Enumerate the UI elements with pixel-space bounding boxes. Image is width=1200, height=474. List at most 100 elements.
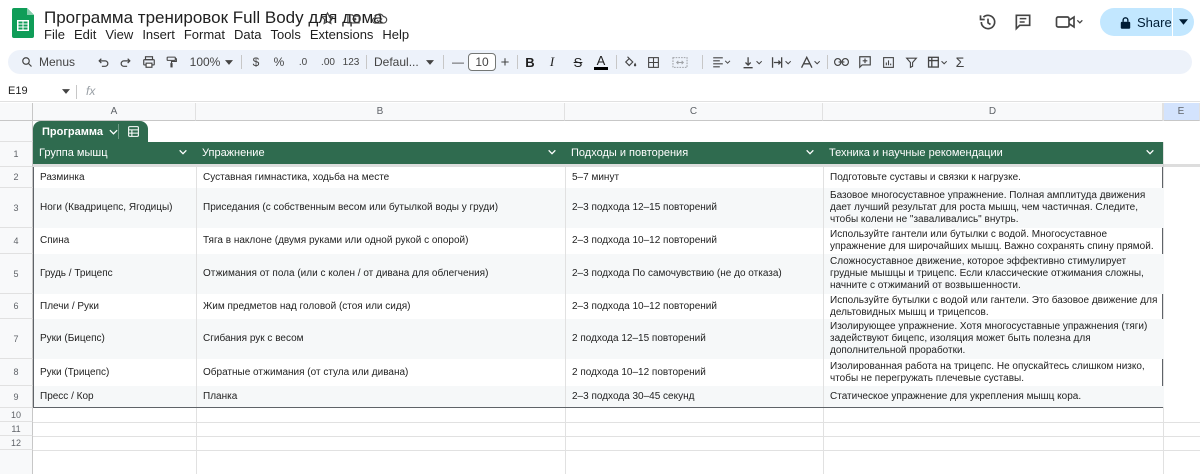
decrease-font-size-button[interactable]: —	[451, 50, 465, 74]
cell-sets-reps[interactable]: 2–3 подхода 12–15 повторений	[566, 188, 824, 228]
menu-data[interactable]: Data	[234, 27, 267, 42]
formula-input[interactable]	[110, 85, 1190, 99]
row-header-7[interactable]: 7	[0, 319, 33, 359]
table-view-icon[interactable]	[127, 125, 140, 141]
cell-muscle-group[interactable]: Ноги (Квадрицепс, Ягодицы)	[34, 188, 197, 228]
column-filter-dropdown-icon[interactable]	[178, 147, 188, 157]
cell-exercise[interactable]: Суставная гимнастика, ходьба на месте	[197, 167, 566, 188]
name-box[interactable]: E19	[8, 85, 72, 97]
menus-search[interactable]: Menus	[16, 50, 80, 74]
paint-format-icon[interactable]	[162, 50, 180, 74]
menu-view[interactable]: View	[105, 27, 139, 42]
currency-format-button[interactable]: $	[249, 50, 263, 74]
font-size-input[interactable]: 10	[468, 53, 496, 71]
sheets-logo-icon[interactable]	[12, 8, 34, 38]
menu-file[interactable]: File	[44, 27, 71, 42]
row-header-12[interactable]: 12	[0, 436, 33, 450]
column-header-b[interactable]: B	[196, 103, 565, 121]
column-header-e[interactable]: E	[1163, 103, 1200, 121]
functions-button[interactable]: Σ	[952, 50, 968, 74]
vertical-align-icon[interactable]	[739, 50, 765, 74]
merge-cells-icon[interactable]	[668, 50, 692, 74]
header-cell-exercise[interactable]: Упражнение	[196, 142, 565, 164]
row-header-11[interactable]: 11	[0, 422, 33, 436]
cell-technique[interactable]: Сложносуставное движение, которое эффект…	[824, 254, 1164, 294]
fill-color-icon[interactable]	[622, 50, 640, 74]
menu-help[interactable]: Help	[382, 27, 415, 42]
header-cell-sets-reps[interactable]: Подходы и повторения	[565, 142, 823, 164]
row-header-6[interactable]: 6	[0, 294, 33, 319]
row-header-9[interactable]: 9	[0, 386, 33, 408]
text-wrapping-icon[interactable]	[768, 50, 794, 74]
cell-technique[interactable]: Подготовьте суставы и связки к нагрузке.	[824, 167, 1164, 188]
print-icon[interactable]	[140, 50, 158, 74]
cell-exercise[interactable]: Обратные отжимания (от стула или дивана)	[197, 359, 566, 386]
strikethrough-button[interactable]: S	[571, 50, 585, 74]
increase-decimal-button[interactable]: .00	[317, 50, 339, 74]
row-header-1[interactable]: 1	[0, 142, 33, 167]
cloud-status-icon[interactable]	[370, 9, 388, 27]
menu-extensions[interactable]: Extensions	[310, 27, 380, 42]
cell-technique[interactable]: Базовое многосуставное упражнение. Полна…	[824, 188, 1164, 228]
share-button[interactable]: Share	[1100, 8, 1194, 36]
column-filter-dropdown-icon[interactable]	[1145, 147, 1155, 157]
insert-comment-icon[interactable]	[856, 50, 874, 74]
cell-technique[interactable]: Изолирующее упражнение. Хотя многосустав…	[824, 319, 1164, 359]
row-header-10[interactable]: 10	[0, 408, 33, 422]
column-header-d[interactable]: D	[823, 103, 1163, 121]
font-family-select[interactable]: Defaul...	[374, 50, 424, 74]
cell-muscle-group[interactable]: Руки (Трицепс)	[34, 359, 197, 386]
cell-exercise[interactable]: Приседания (с собственным весом или буты…	[197, 188, 566, 228]
row-header-4[interactable]: 4	[0, 228, 33, 254]
row-header-2[interactable]: 2	[0, 167, 33, 188]
cell-muscle-group[interactable]: Спина	[34, 228, 197, 254]
star-icon[interactable]	[318, 9, 336, 27]
redo-icon[interactable]	[116, 50, 134, 74]
cell-muscle-group[interactable]: Плечи / Руки	[34, 294, 197, 319]
header-cell-muscle-group[interactable]: Группа мышц	[33, 142, 196, 164]
column-filter-dropdown-icon[interactable]	[805, 147, 815, 157]
cell-sets-reps[interactable]: 2 подхода 12–15 повторений	[566, 319, 824, 359]
cell-technique[interactable]: Используйте бутылки с водой или гантели.…	[824, 294, 1164, 319]
cell-muscle-group[interactable]: Грудь / Трицепс	[34, 254, 197, 294]
bold-button[interactable]: B	[523, 50, 537, 74]
font-dropdown-icon[interactable]	[424, 50, 436, 74]
column-header-a[interactable]: A	[33, 103, 196, 121]
zoom-dropdown-icon[interactable]	[223, 50, 235, 74]
filter-icon[interactable]	[902, 50, 920, 74]
percent-format-button[interactable]: %	[272, 50, 286, 74]
increase-font-size-button[interactable]: +	[498, 50, 512, 74]
insert-chart-icon[interactable]	[879, 50, 897, 74]
menu-edit[interactable]: Edit	[74, 27, 102, 42]
number-format-button[interactable]: 123	[341, 50, 361, 74]
undo-icon[interactable]	[94, 50, 112, 74]
zoom-select[interactable]: 100%	[188, 50, 222, 74]
horizontal-align-icon[interactable]	[708, 50, 734, 74]
row-header-5[interactable]: 5	[0, 254, 33, 294]
cell-technique[interactable]: Статическое упражнение для укрепления мы…	[824, 386, 1164, 407]
borders-icon[interactable]	[644, 50, 662, 74]
menu-insert[interactable]: Insert	[142, 27, 181, 42]
comments-icon[interactable]	[1012, 11, 1034, 33]
name-box-dropdown-icon[interactable]	[62, 89, 70, 94]
cell-exercise[interactable]: Планка	[197, 386, 566, 407]
cell-exercise[interactable]: Тяга в наклоне (двумя руками или одной р…	[197, 228, 566, 254]
cell-muscle-group[interactable]: Пресс / Кор	[34, 386, 197, 407]
text-color-button[interactable]: A	[593, 50, 609, 74]
cell-muscle-group[interactable]: Руки (Бицепс)	[34, 319, 197, 359]
cell-sets-reps[interactable]: 2–3 подхода 10–12 повторений	[566, 228, 824, 254]
cell-sets-reps[interactable]: 2 подхода 10–12 повторений	[566, 359, 824, 386]
cell-exercise[interactable]: Сгибания рук с весом	[197, 319, 566, 359]
share-dropdown-icon[interactable]	[1173, 8, 1194, 36]
cell-exercise[interactable]: Отжимания от пола (или с колен / от дива…	[197, 254, 566, 294]
menu-tools[interactable]: Tools	[270, 27, 306, 42]
text-rotation-icon[interactable]	[797, 50, 823, 74]
column-header-c[interactable]: C	[565, 103, 823, 121]
cell-sets-reps[interactable]: 5–7 минут	[566, 167, 824, 188]
cell-technique[interactable]: Изолированная работа на трицепс. Не опус…	[824, 359, 1164, 386]
cell-technique[interactable]: Используйте гантели или бутылки с водой.…	[824, 228, 1164, 254]
insert-link-icon[interactable]	[832, 50, 850, 74]
row-header-3[interactable]: 3	[0, 188, 33, 228]
cell-sets-reps[interactable]: 2–3 подхода 10–12 повторений	[566, 294, 824, 319]
version-history-icon[interactable]	[977, 11, 999, 33]
